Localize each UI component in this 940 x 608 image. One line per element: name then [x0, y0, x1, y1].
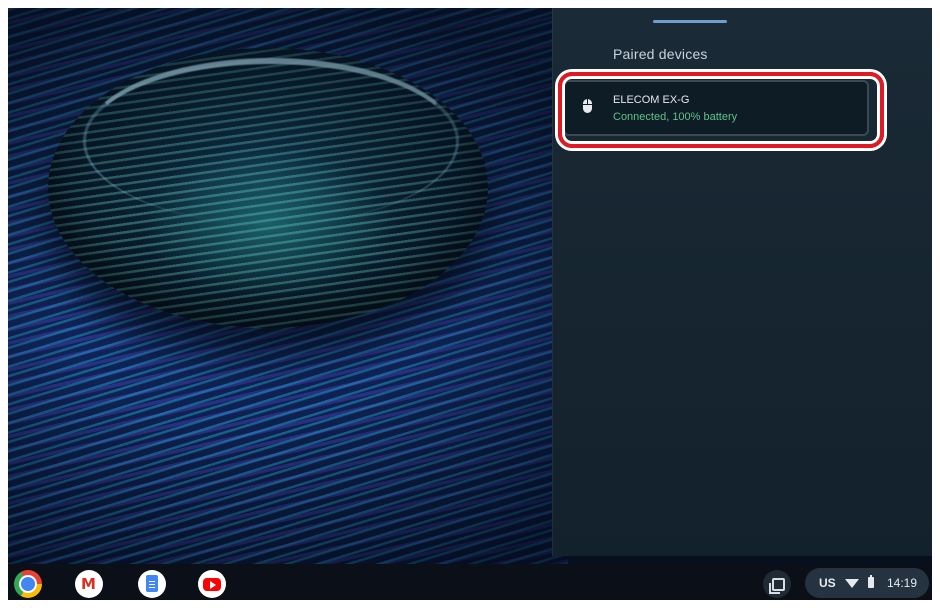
paired-device-row[interactable]: ELECOM EX-G Connected, 100% battery	[558, 72, 884, 148]
overview-button[interactable]	[763, 570, 791, 598]
device-status: Connected, 100% battery	[613, 111, 738, 123]
wifi-icon	[845, 579, 859, 588]
device-name: ELECOM EX-G	[613, 94, 690, 106]
gmail-icon[interactable]: M	[75, 570, 103, 598]
gmail-logo-glyph: M	[81, 575, 96, 593]
highlight-annotation	[558, 72, 884, 148]
mouse-icon	[583, 99, 592, 113]
panel-drag-handle[interactable]	[653, 20, 727, 23]
overview-icon	[769, 578, 785, 594]
clock: 14:19	[887, 576, 918, 590]
bluetooth-panel: Paired devices ELECOM EX-G Connected, 10…	[552, 8, 932, 556]
docs-icon[interactable]	[138, 570, 166, 598]
chrome-icon[interactable]	[14, 570, 42, 598]
desktop-wallpaper	[8, 8, 568, 568]
chromeos-screen: Paired devices ELECOM EX-G Connected, 10…	[8, 8, 932, 600]
shelf: M US 14:19	[8, 564, 932, 600]
youtube-icon[interactable]	[198, 570, 226, 598]
ime-indicator: US	[819, 576, 836, 590]
battery-icon	[868, 575, 874, 588]
paired-devices-heading: Paired devices	[613, 46, 708, 62]
status-tray[interactable]: US 14:19	[805, 568, 929, 598]
